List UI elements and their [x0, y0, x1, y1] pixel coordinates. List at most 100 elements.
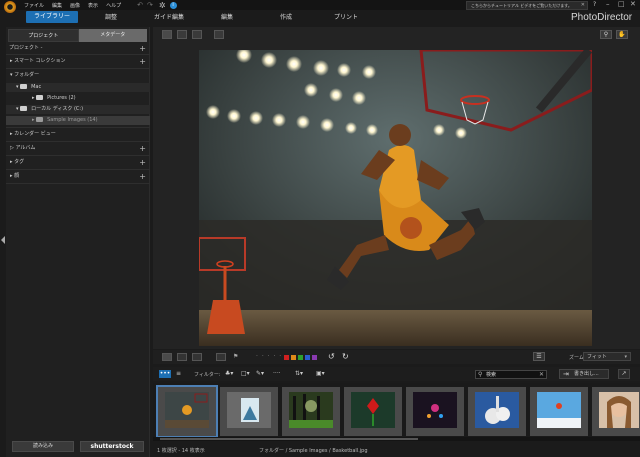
- undo-icon[interactable]: ↶: [137, 1, 143, 9]
- stack-icon[interactable]: ▣▾: [316, 370, 325, 377]
- tab-create[interactable]: 作成: [280, 12, 292, 21]
- thumbnail-basketball[interactable]: [156, 385, 218, 438]
- thumbnail-rose[interactable]: [344, 387, 402, 436]
- add-tag-icon[interactable]: +: [139, 158, 146, 167]
- export-button[interactable]: ⇥ 書き出し...: [559, 369, 609, 379]
- color-label-swatch[interactable]: [312, 355, 317, 360]
- person-icon[interactable]: [216, 353, 226, 361]
- filter-label: フィルター:: [194, 372, 221, 378]
- external-link-icon[interactable]: ↗: [618, 369, 630, 379]
- collapse-panel-icon[interactable]: [1, 236, 5, 244]
- thumbnail-island[interactable]: [220, 387, 278, 436]
- menu-image[interactable]: 画像: [70, 2, 80, 9]
- flag-icon[interactable]: ⚑: [233, 353, 238, 360]
- maximize-icon[interactable]: □: [618, 0, 625, 8]
- tab-metadata[interactable]: メタデータ: [78, 29, 147, 42]
- minimize-icon[interactable]: –: [606, 0, 610, 8]
- filter-dots-icon[interactable]: ····: [273, 370, 281, 377]
- color-label-swatch[interactable]: [298, 355, 303, 360]
- faces-row[interactable]: ▸ 顔 +: [6, 172, 150, 181]
- project-header[interactable]: プロジェクト - +: [6, 44, 150, 53]
- calendar-row[interactable]: ▸ カレンダー ビュー: [6, 130, 150, 139]
- tab-adjust[interactable]: 調整: [105, 12, 117, 21]
- redo-icon[interactable]: ↷: [147, 1, 153, 9]
- thumbnail-portrait[interactable]: [592, 387, 640, 436]
- zoom-tool-icon[interactable]: ⚲: [600, 30, 612, 39]
- scrollbar-thumb[interactable]: [160, 438, 418, 440]
- list-view-icon[interactable]: ≡: [176, 370, 181, 377]
- filter-pen-icon[interactable]: ✎▾: [256, 370, 264, 377]
- rating-dots[interactable]: · · · · ·: [256, 353, 282, 360]
- hand-tool-icon[interactable]: ✋: [616, 30, 628, 39]
- menu-edit[interactable]: 編集: [52, 2, 62, 9]
- close-window-icon[interactable]: ✕: [630, 0, 636, 8]
- color-label-swatch[interactable]: [291, 355, 296, 360]
- filmstrip-scrollbar[interactable]: [153, 437, 640, 441]
- main-viewer: ⚲ ✋: [153, 27, 640, 349]
- folder-sample-images[interactable]: ▸ Sample Images (14): [6, 116, 150, 125]
- album-row[interactable]: ▷ アルバム +: [6, 144, 150, 153]
- search-input[interactable]: ⚲ 検索 ✕: [475, 370, 547, 379]
- rotate-left-icon[interactable]: ↺: [328, 352, 335, 361]
- filmstrip-view-icon[interactable]: •••: [159, 370, 171, 378]
- color-label-swatch[interactable]: [284, 355, 289, 360]
- triple-layout-icon[interactable]: [192, 353, 202, 361]
- shutterstock-button[interactable]: shutterstock: [80, 441, 144, 452]
- close-icon[interactable]: ✕: [581, 2, 585, 9]
- main-photo[interactable]: [199, 50, 592, 346]
- folder-row[interactable]: ▾ フォルダー: [6, 71, 150, 80]
- add-face-icon[interactable]: +: [139, 172, 146, 181]
- grid-view-icon[interactable]: [192, 30, 202, 39]
- folder-local-disk[interactable]: ▾ ローカル ディスク (C:): [6, 105, 150, 114]
- browse-view-icon[interactable]: [162, 30, 172, 39]
- smart-collection-row[interactable]: ▸ スマート コレクション +: [6, 57, 150, 66]
- thumbnail-night-city[interactable]: [406, 387, 464, 436]
- filter-box-icon[interactable]: □▾: [241, 370, 250, 377]
- thumbnail-forest[interactable]: [282, 387, 340, 436]
- menu-view[interactable]: 表示: [88, 2, 98, 9]
- thumbnail-skier[interactable]: [530, 387, 588, 436]
- color-label-swatch[interactable]: [305, 355, 310, 360]
- zoom-select[interactable]: フィット ▾: [583, 352, 631, 361]
- thumbnail-rocket[interactable]: [468, 387, 526, 436]
- filter-people-icon[interactable]: ♣▾: [225, 370, 233, 377]
- import-button[interactable]: 読み込み: [12, 441, 74, 452]
- rotate-right-icon[interactable]: ↻: [342, 352, 349, 361]
- sort-icon[interactable]: ⇅▾: [295, 370, 303, 377]
- tutorial-banner[interactable]: こちらからチュートリアル ビデオをご覧いただけます。 ✕: [466, 1, 588, 10]
- folder-label: フォルダー: [14, 72, 40, 78]
- add-project-icon[interactable]: +: [139, 44, 146, 53]
- mac-label: Mac: [31, 84, 42, 90]
- close-icon[interactable]: ✕: [539, 371, 544, 379]
- add-album-icon[interactable]: +: [139, 144, 146, 153]
- double-layout-icon[interactable]: [177, 353, 187, 361]
- panel-tabs: プロジェクト メタデータ: [8, 29, 147, 42]
- single-view-icon[interactable]: [177, 30, 187, 39]
- divider: [6, 54, 150, 55]
- gear-icon[interactable]: ✲: [159, 1, 166, 10]
- app-logo-icon: [4, 1, 16, 13]
- info-icon[interactable]: i: [169, 1, 177, 9]
- single-layout-icon[interactable]: [162, 353, 172, 361]
- tab-library[interactable]: ライブラリー: [26, 11, 78, 23]
- tab-guided-edit[interactable]: ガイド編集: [154, 12, 184, 21]
- add-smart-collection-icon[interactable]: +: [139, 57, 146, 66]
- tab-project[interactable]: プロジェクト: [8, 29, 79, 42]
- tab-edit[interactable]: 編集: [221, 12, 233, 21]
- compare-view-icon[interactable]: [214, 30, 224, 39]
- search-value: 検索: [486, 372, 497, 378]
- sample-images-label: Sample Images (14): [47, 117, 98, 123]
- export-label: 書き出し...: [574, 371, 599, 377]
- tab-print[interactable]: プリント: [334, 12, 358, 21]
- menu-file[interactable]: ファイル: [24, 2, 44, 9]
- smart-collection-label: スマート コレクション: [14, 58, 66, 64]
- left-panel-buttons: 読み込み shutterstock: [6, 441, 150, 453]
- help-icon[interactable]: ?: [593, 1, 596, 8]
- folder-icon: [20, 84, 28, 89]
- menu-help[interactable]: ヘルプ: [106, 2, 121, 9]
- tags-row[interactable]: ▸ タグ +: [6, 158, 150, 167]
- folder-mac[interactable]: ▾ Mac: [6, 83, 150, 92]
- compare-icon[interactable]: ☰: [533, 352, 545, 361]
- faces-label: 顔: [14, 173, 20, 179]
- folder-pictures[interactable]: ▸ Pictures (2): [6, 94, 150, 103]
